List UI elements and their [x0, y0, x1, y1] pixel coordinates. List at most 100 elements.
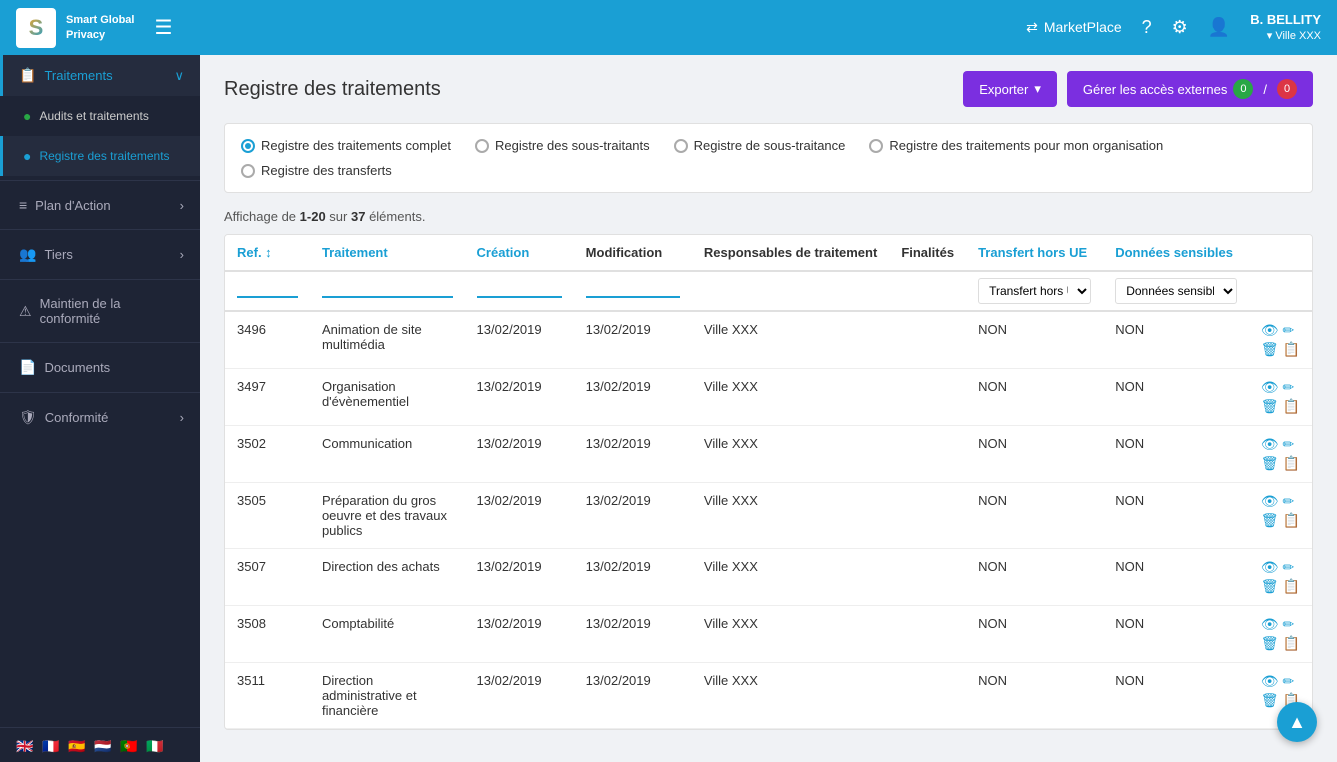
- radio-sous-traitance[interactable]: [674, 139, 688, 153]
- view-icon[interactable]: 👁: [1261, 379, 1279, 396]
- user-org[interactable]: ▾ Ville XXX: [1250, 29, 1321, 44]
- cell-donnees: NON: [1103, 311, 1249, 369]
- cell-traitement: Direction des achats: [310, 549, 465, 606]
- edit-icon[interactable]: ✏: [1283, 436, 1295, 453]
- manage-access-button[interactable]: Gérer les accès externes 0 / 0: [1067, 71, 1313, 107]
- filter-donnees-select[interactable]: Données sensibles NON OUI: [1115, 278, 1237, 304]
- cell-responsables: Ville XXX: [692, 311, 889, 369]
- sidebar-item-maintien[interactable]: ⚠ Maintien de la conformité: [0, 284, 200, 338]
- delete-icon[interactable]: 🗑: [1261, 341, 1279, 358]
- sidebar-item-tiers[interactable]: 👥 Tiers ›: [0, 234, 200, 275]
- view-icon[interactable]: 👁: [1261, 436, 1279, 453]
- help-icon[interactable]: ?: [1142, 17, 1152, 38]
- sidebar-item-registre[interactable]: ● Registre des traitements: [0, 136, 200, 176]
- main-content: Registre des traitements Exporter ▾ Gére…: [200, 55, 1337, 762]
- filter-traitement-input[interactable]: [322, 278, 453, 298]
- col-creation[interactable]: Création: [465, 235, 574, 271]
- sidebar-item-plan[interactable]: ≡ Plan d'Action ›: [0, 185, 200, 225]
- marketplace-button[interactable]: ⇄ MarketPlace: [1026, 19, 1122, 36]
- filter-modification-input[interactable]: [586, 278, 680, 298]
- edit-icon[interactable]: ✏: [1283, 379, 1295, 396]
- flag-en[interactable]: 🇬🇧: [16, 738, 38, 752]
- filter-creation-input[interactable]: [477, 278, 562, 298]
- table-header-row: Ref. ↕ Traitement Création Modification …: [225, 235, 1312, 271]
- maintien-icon: ⚠: [19, 303, 32, 320]
- filter-row-2: Registre des transferts: [241, 163, 1296, 178]
- export-button[interactable]: Exporter ▾: [963, 71, 1057, 107]
- copy-icon[interactable]: 📋: [1283, 635, 1300, 652]
- cell-modification: 13/02/2019: [574, 549, 692, 606]
- delete-icon[interactable]: 🗑: [1261, 692, 1279, 709]
- edit-icon[interactable]: ✏: [1283, 493, 1295, 510]
- flag-nl[interactable]: 🇳🇱: [94, 738, 116, 752]
- sidebar-item-left: ● Audits et traitements: [23, 108, 149, 124]
- cell-modification: 13/02/2019: [574, 426, 692, 483]
- user-icon[interactable]: 👤: [1208, 17, 1230, 38]
- filter-ref-input[interactable]: [237, 278, 298, 298]
- topnav-right: ⇄ MarketPlace ? ⚙ 👤 B. BELLITY ▾ Ville X…: [1026, 11, 1321, 45]
- delete-icon[interactable]: 🗑: [1261, 398, 1279, 415]
- radio-transferts[interactable]: [241, 164, 255, 178]
- cell-responsables: Ville XXX: [692, 426, 889, 483]
- radio-sous-traitants[interactable]: [475, 139, 489, 153]
- copy-icon[interactable]: 📋: [1283, 341, 1300, 358]
- sidebar-item-audits[interactable]: ● Audits et traitements: [0, 96, 200, 136]
- copy-icon[interactable]: 📋: [1283, 578, 1300, 595]
- tiers-chevron: ›: [180, 247, 184, 262]
- radio-complet[interactable]: [241, 139, 255, 153]
- delete-icon[interactable]: 🗑: [1261, 455, 1279, 472]
- delete-icon[interactable]: 🗑: [1261, 512, 1279, 529]
- filter-complet[interactable]: Registre des traitements complet: [241, 138, 451, 153]
- radio-organisation[interactable]: [869, 139, 883, 153]
- copy-icon[interactable]: 📋: [1283, 398, 1300, 415]
- col-responsables: Responsables de traitement: [692, 235, 889, 271]
- edit-icon[interactable]: ✏: [1283, 673, 1295, 690]
- filter-sous-traitants[interactable]: Registre des sous-traitants: [475, 138, 650, 153]
- language-bar: 🇬🇧 🇫🇷 🇪🇸 🇳🇱 🇵🇹 🇮🇹: [0, 727, 200, 762]
- traitements-chevron: ∨: [174, 68, 184, 84]
- cell-actions: 👁 ✏ 🗑 📋: [1249, 369, 1312, 426]
- flag-it[interactable]: 🇮🇹: [146, 738, 168, 752]
- view-icon[interactable]: 👁: [1261, 616, 1279, 633]
- filter-transferts[interactable]: Registre des transferts: [241, 163, 392, 178]
- scroll-to-top-button[interactable]: ▲: [1277, 702, 1317, 742]
- logo-text: Smart Global Privacy: [66, 13, 134, 42]
- copy-icon[interactable]: 📋: [1283, 512, 1300, 529]
- logo: S Smart Global Privacy: [16, 8, 134, 48]
- sidebar-item-documents[interactable]: 📄 Documents: [0, 347, 200, 388]
- cell-transfert: NON: [966, 483, 1103, 549]
- sidebar-item-conformite[interactable]: 🛡 Conformité ›: [0, 397, 200, 438]
- sidebar-item-left: ≡ Plan d'Action: [19, 197, 111, 213]
- flag-es[interactable]: 🇪🇸: [68, 738, 90, 752]
- col-traitement[interactable]: Traitement: [310, 235, 465, 271]
- filter-transfert-select[interactable]: Transfert hors UE NON OUI: [978, 278, 1091, 304]
- col-donnees[interactable]: Données sensibles: [1103, 235, 1249, 271]
- badge-green: 0: [1233, 79, 1253, 99]
- hamburger-menu[interactable]: ☰: [154, 15, 172, 40]
- cell-finalites: [889, 369, 966, 426]
- export-label: Exporter: [979, 82, 1028, 97]
- view-icon[interactable]: 👁: [1261, 673, 1279, 690]
- settings-icon[interactable]: ⚙: [1172, 17, 1188, 38]
- view-icon[interactable]: 👁: [1261, 559, 1279, 576]
- edit-icon[interactable]: ✏: [1283, 559, 1295, 576]
- delete-icon[interactable]: 🗑: [1261, 635, 1279, 652]
- filter-transfert-cell: Transfert hors UE NON OUI: [966, 271, 1103, 311]
- layout: 📋 Traitements ∨ ● Audits et traitements …: [0, 55, 1337, 762]
- filter-sous-traitance[interactable]: Registre de sous-traitance: [674, 138, 846, 153]
- view-icon[interactable]: 👁: [1261, 493, 1279, 510]
- view-icon[interactable]: 👁: [1261, 322, 1279, 339]
- delete-icon[interactable]: 🗑: [1261, 578, 1279, 595]
- filter-organisation[interactable]: Registre des traitements pour mon organi…: [869, 138, 1163, 153]
- copy-icon[interactable]: 📋: [1283, 455, 1300, 472]
- edit-icon[interactable]: ✏: [1283, 616, 1295, 633]
- edit-icon[interactable]: ✏: [1283, 322, 1295, 339]
- filter-sous-traitance-label: Registre de sous-traitance: [694, 138, 846, 153]
- filter-row-1: Registre des traitements complet Registr…: [241, 138, 1296, 153]
- col-ref[interactable]: Ref. ↕: [225, 235, 310, 271]
- filter-actions-cell: [1249, 271, 1312, 311]
- flag-fr[interactable]: 🇫🇷: [42, 738, 64, 752]
- col-transfert[interactable]: Transfert hors UE: [966, 235, 1103, 271]
- sidebar-item-traitements[interactable]: 📋 Traitements ∨: [0, 55, 200, 96]
- flag-pt[interactable]: 🇵🇹: [120, 738, 142, 752]
